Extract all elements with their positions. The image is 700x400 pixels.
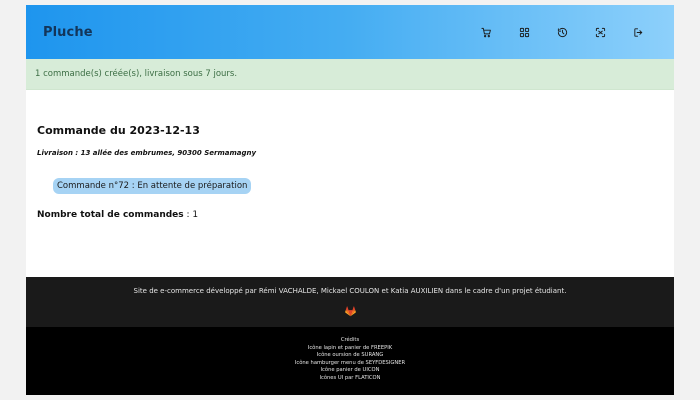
credit-text: Icône oursion de <box>316 352 362 359</box>
grid-icon[interactable] <box>515 23 534 42</box>
gitlab-link[interactable] <box>26 306 674 317</box>
order-status-pill[interactable]: Commande n°72 : En attente de préparatio… <box>53 178 252 194</box>
credit-link-freepik[interactable]: FREEPIK <box>371 345 392 351</box>
order-count: Nombre total de commandes : 1 <box>37 210 663 220</box>
credit-link-uicon[interactable]: UICON <box>363 367 380 373</box>
delivery-address: Livraison : 13 allée des embrumes, 90300… <box>37 149 257 157</box>
credit-text: Icône hamburger menu de <box>294 359 366 366</box>
logout-icon[interactable] <box>629 23 648 42</box>
credit-line: Icône panier de UICON <box>26 367 674 375</box>
order-count-value: 1 <box>192 210 199 220</box>
order-count-label: Nombre total de commandes <box>37 210 184 220</box>
success-alert: 1 commande(s) créée(s), livraison sous 7… <box>26 59 674 90</box>
credit-text: Icône lapin et panier de <box>307 344 371 351</box>
credit-text: Icône panier de <box>320 367 363 374</box>
scan-icon[interactable] <box>591 23 610 42</box>
header: Pluche <box>26 5 674 59</box>
alert-message: 1 commande(s) créée(s), livraison sous 7… <box>35 69 238 79</box>
main-nav <box>477 23 648 42</box>
brand-logo[interactable]: Pluche <box>43 25 93 40</box>
footer-description: Site de e-commerce développé par Rémi VA… <box>133 287 567 295</box>
order-title: Commande du 2023-12-13 <box>37 124 200 137</box>
credit-link-seyfdesigner[interactable]: SEYFDESIGNER <box>366 360 406 366</box>
history-icon[interactable] <box>553 23 572 42</box>
cart-icon[interactable] <box>477 23 496 42</box>
footer-credits: Crédits Icône lapin et panier de FREEPIK… <box>26 327 674 395</box>
footer: Site de e-commerce développé par Rémi VA… <box>26 277 674 395</box>
credits-title: Crédits <box>340 337 360 343</box>
page: Pluche 1 commande(s) créée(s), livraison… <box>26 5 674 395</box>
credit-line: Icône oursion de SURANG <box>26 352 674 360</box>
gitlab-icon[interactable] <box>344 306 356 317</box>
main-content: Commande du 2023-12-13 Livraison : 13 al… <box>26 90 674 277</box>
credit-link-flaticon[interactable]: FLATICON <box>355 375 380 381</box>
footer-top: Site de e-commerce développé par Rémi VA… <box>26 277 674 327</box>
credit-link-surang[interactable]: SURANG <box>361 352 383 358</box>
credit-text: Icônes UI par <box>319 374 356 381</box>
credit-line: Icônes UI par FLATICON <box>26 375 674 383</box>
